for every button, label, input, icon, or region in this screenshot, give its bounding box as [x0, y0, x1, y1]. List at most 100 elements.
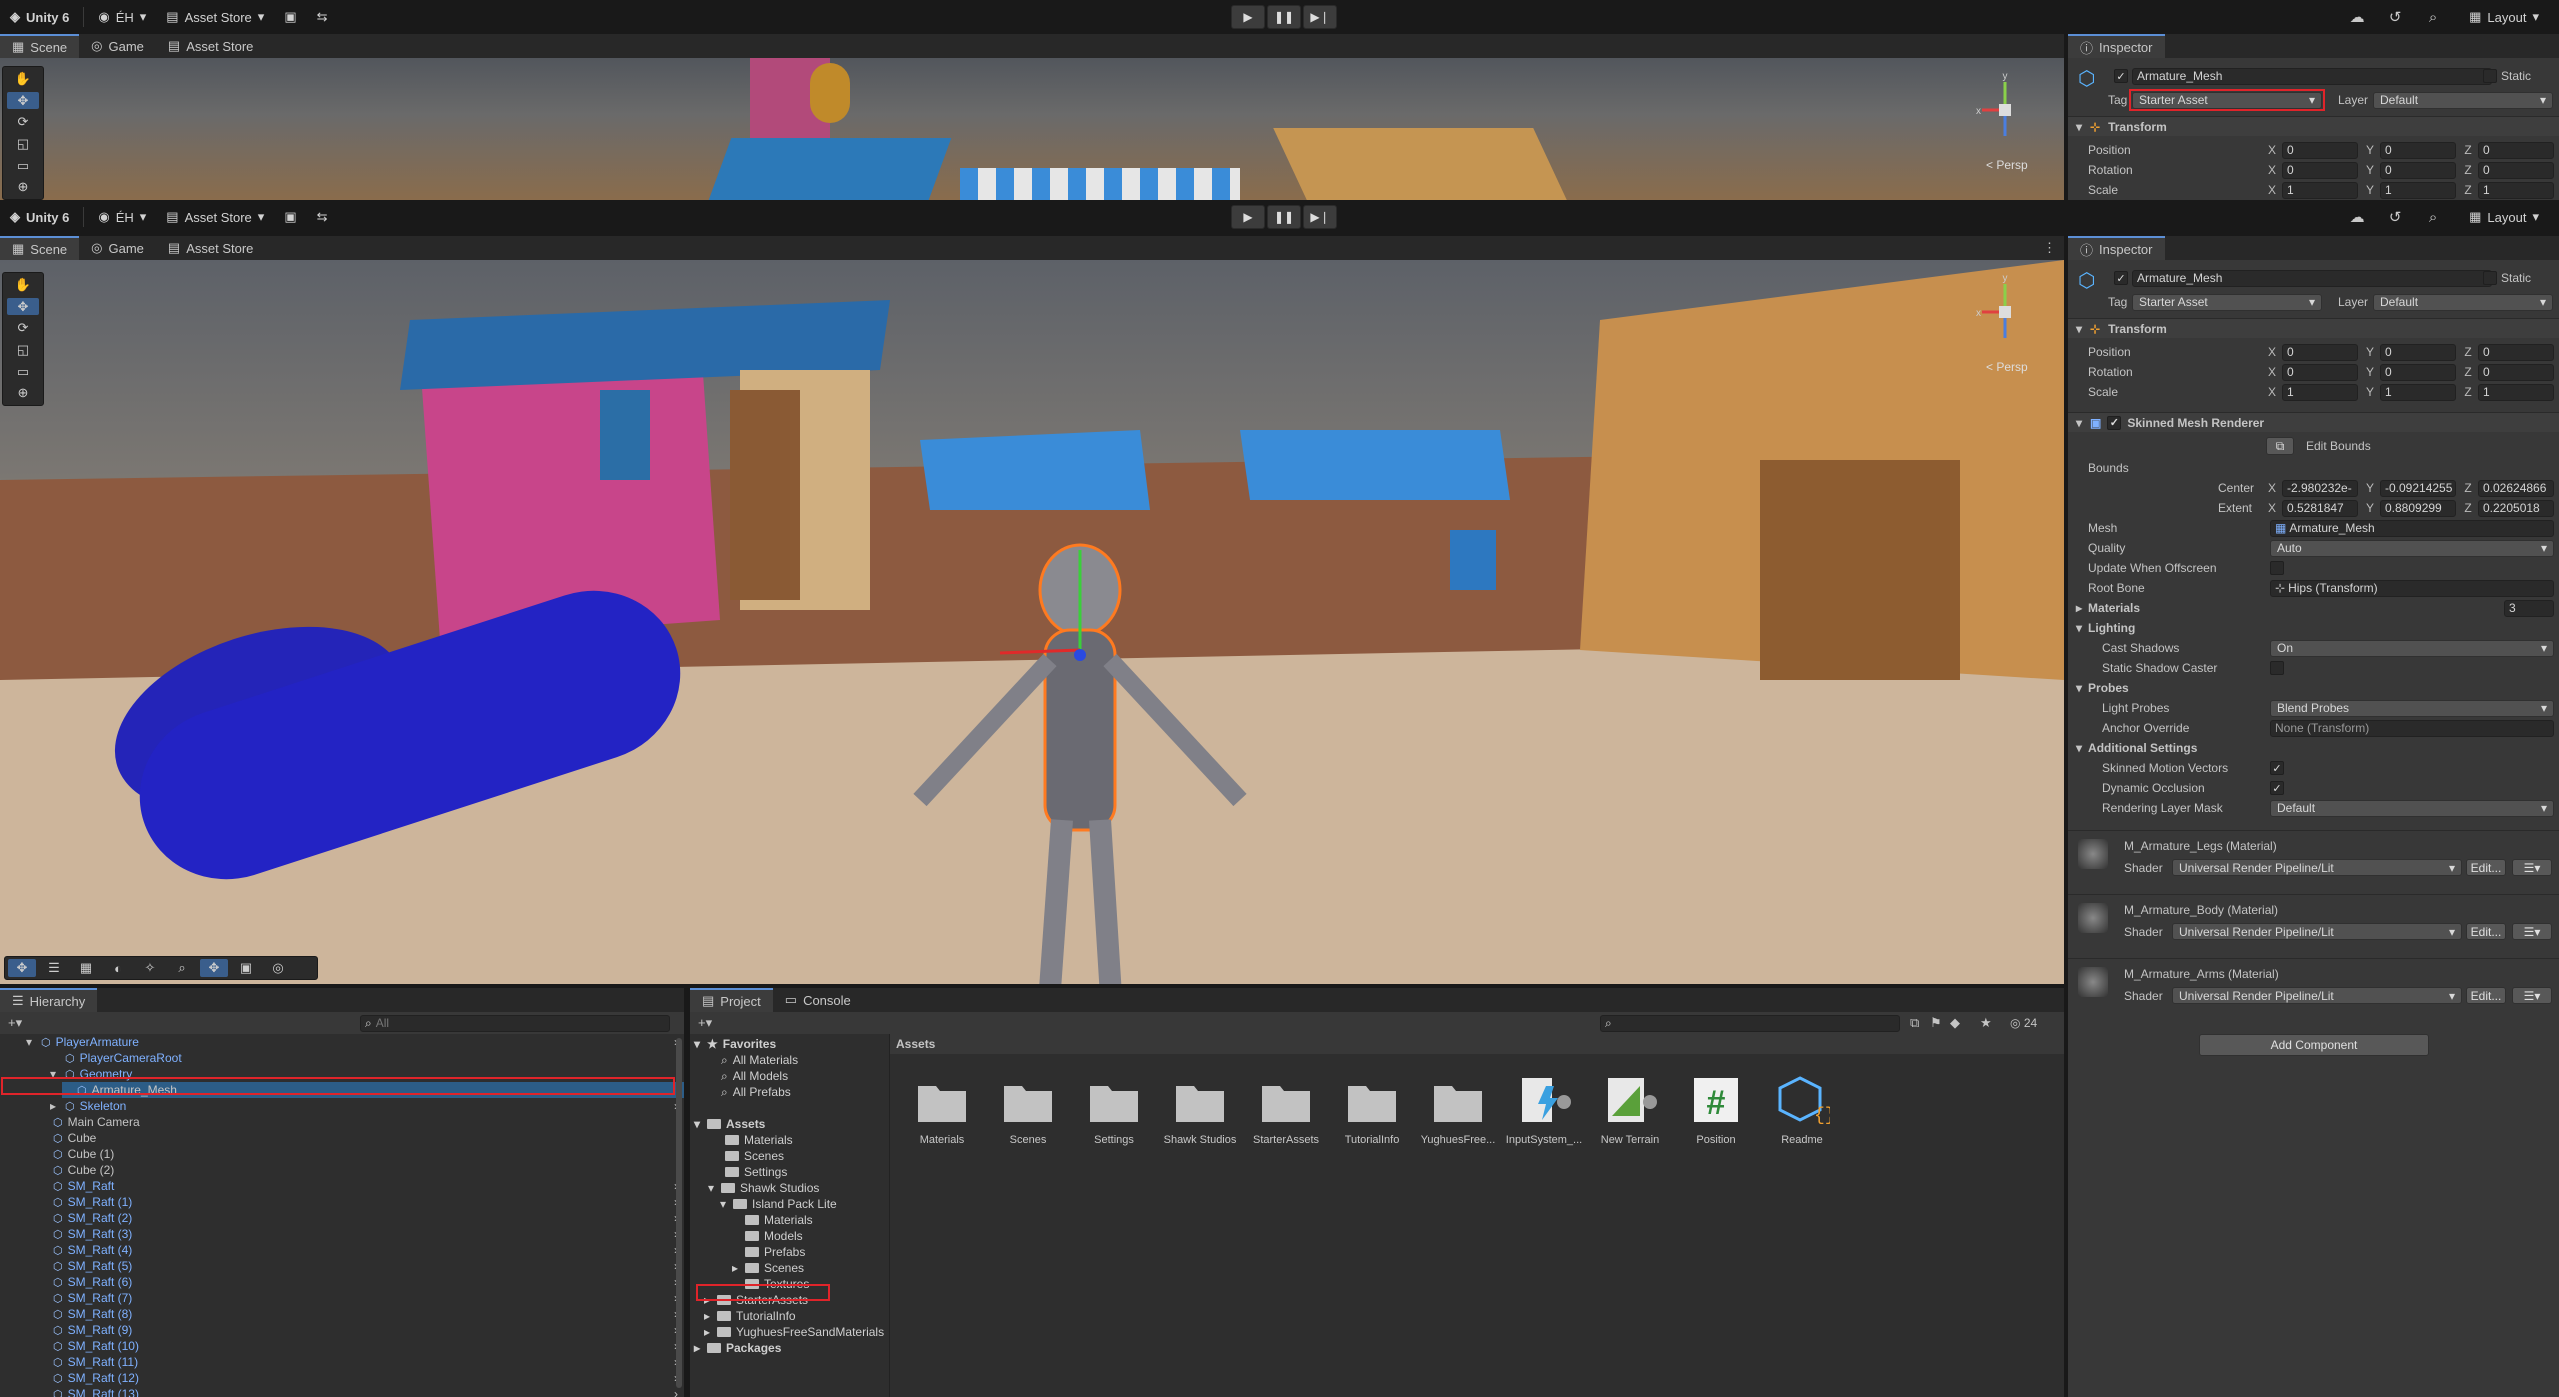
shader-dropdown[interactable]: Universal Render Pipeline/Lit ▾	[2172, 859, 2462, 876]
rendering-layer-dropdown[interactable]: Default ▾	[2270, 799, 2554, 817]
project-breadcrumb[interactable]: Assets	[890, 1034, 2064, 1054]
material-menu-icon[interactable]: ☰▾	[2512, 923, 2552, 940]
project-tree-item[interactable]: Materials	[712, 1132, 793, 1148]
tab-hierarchy[interactable]: ☰ Hierarchy	[0, 988, 98, 1012]
move-overlay-icon[interactable]: ✥	[8, 959, 36, 977]
hierarchy-item[interactable]: ⬡ Cube	[38, 1130, 678, 1146]
edit-bounds-button[interactable]: ⧉	[2266, 437, 2294, 455]
account-dropdown[interactable]: ◉ ÉH ▾	[88, 205, 156, 229]
tab-asset-store[interactable]: ▤ Asset Store	[156, 34, 266, 58]
hand-tool-icon[interactable]: ✋	[7, 276, 39, 294]
position-x[interactable]: 0	[2282, 141, 2358, 159]
project-tree-item[interactable]: ▾ Island Pack Lite	[720, 1196, 837, 1212]
add-component-button[interactable]: Add Component	[2199, 1034, 2429, 1056]
asset-store-dropdown[interactable]: ▤ Asset Store ▾	[156, 5, 274, 29]
foldout-icon[interactable]: ▾	[26, 1035, 36, 1049]
anchor-field[interactable]: None (Transform)	[2270, 719, 2554, 737]
asset-item[interactable]: YughuesFree...	[1418, 1072, 1498, 1146]
tab-asset-store[interactable]: ▤ Asset Store	[156, 236, 266, 260]
light-probes-dropdown[interactable]: Blend Probes ▾	[2270, 699, 2554, 717]
active-checkbox[interactable]: ✓	[2114, 69, 2128, 83]
hierarchy-search[interactable]: ⌕ All	[360, 1014, 670, 1032]
project-tree-item[interactable]: ⌕ All Models	[708, 1068, 788, 1084]
foldout-icon[interactable]: ▸	[732, 1261, 740, 1275]
hierarchy-item[interactable]: ⬡SM_Raft (10)›	[38, 1338, 678, 1354]
rotation-x[interactable]: 0	[2282, 161, 2358, 179]
update-offscreen-checkbox[interactable]	[2270, 561, 2284, 575]
collab-button[interactable]: ⇆	[307, 205, 338, 229]
add-icon[interactable]: +▾	[8, 1015, 22, 1031]
shader-dropdown[interactable]: Universal Render Pipeline/Lit ▾	[2172, 987, 2462, 1004]
search-icon[interactable]: ⌕	[2421, 5, 2445, 29]
tab-scene[interactable]: ▦ Scene	[0, 236, 80, 260]
shader-dropdown[interactable]: Universal Render Pipeline/Lit ▾	[2172, 923, 2462, 940]
search-icon[interactable]: ⌕	[2421, 205, 2445, 229]
hierarchy-item[interactable]: ▸⬡Skeleton›	[50, 1098, 684, 1114]
history-icon[interactable]: ↺	[2383, 5, 2407, 29]
position-z[interactable]: 0	[2478, 141, 2554, 159]
hierarchy-item[interactable]: ⬡SM_Raft (7)›	[38, 1290, 678, 1306]
persp-label[interactable]: < Persp	[1986, 360, 2028, 374]
rect-tool-icon[interactable]: ▭	[7, 157, 39, 175]
foldout-icon[interactable]: ▾	[694, 1037, 702, 1051]
hierarchy-item[interactable]: ⬡SM_Raft (12)›	[38, 1370, 678, 1386]
tab-game[interactable]: ◎ Game	[79, 236, 156, 260]
center-y[interactable]: -0.09214255	[2380, 479, 2456, 497]
position-y[interactable]: 0	[2380, 141, 2456, 159]
rotation-y[interactable]: 0	[2380, 363, 2456, 381]
extent-x[interactable]: 0.5281847	[2282, 499, 2358, 517]
materials-count[interactable]: 3	[2504, 599, 2554, 617]
scale-x[interactable]: 1	[2282, 181, 2358, 199]
project-tree-item[interactable]: ⌕ All Materials	[708, 1052, 798, 1068]
static-checkbox[interactable]	[2483, 271, 2497, 285]
project-tree-item[interactable]: Materials	[732, 1212, 813, 1228]
asset-item[interactable]: StarterAssets	[1246, 1072, 1326, 1146]
scene-view[interactable]: ✋ ✥ ⟳ ◱ ▭ ⊕ y x < Persp ✥ ☰ ▦ ◐ ✧ ⌕ ✥ ▣ …	[0, 260, 2064, 984]
hierarchy-item[interactable]: ⬡SM_Raft (9)›	[38, 1322, 678, 1338]
type-filter-icon[interactable]: ⚑	[1930, 1015, 1942, 1031]
edit-shader-button[interactable]: Edit...	[2466, 923, 2506, 940]
object-name-field[interactable]: Armature_Mesh	[2132, 67, 2492, 85]
material-menu-icon[interactable]: ☰▾	[2512, 987, 2552, 1004]
chevron-right-icon[interactable]: ›	[674, 1387, 678, 1397]
layout-dropdown[interactable]: ▦ Layout ▾	[2459, 5, 2549, 29]
hierarchy-item[interactable]: ⬡ PlayerCameraRoot	[50, 1050, 684, 1066]
transform-tool-icon[interactable]: ⊕	[7, 384, 39, 402]
pivot-icon[interactable]: ☰	[40, 959, 68, 977]
pause-button[interactable]: ❚❚	[1267, 205, 1301, 229]
move-tool-icon[interactable]: ✥	[7, 297, 39, 316]
tab-game[interactable]: ◎ Game	[79, 34, 156, 58]
active-checkbox[interactable]: ✓	[2114, 271, 2128, 285]
transform-header[interactable]: ▾ ⊹ Transform	[2068, 116, 2559, 136]
rotation-x[interactable]: 0	[2282, 363, 2358, 381]
hierarchy-item[interactable]: ⬡ SM_Raft (13) ›	[38, 1386, 678, 1397]
hierarchy-scrollbar[interactable]	[676, 1038, 682, 1388]
version-control-button[interactable]: ▣	[274, 5, 306, 29]
dynamic-occlusion-checkbox[interactable]: ✓	[2270, 781, 2284, 795]
scale-z[interactable]: 1	[2478, 383, 2554, 401]
center-x[interactable]: -2.980232e-	[2282, 479, 2358, 497]
layout-dropdown[interactable]: ▦ Layout ▾	[2459, 205, 2549, 229]
play-button[interactable]: ▶	[1231, 205, 1265, 229]
rotation-z[interactable]: 0	[2478, 161, 2554, 179]
extent-y[interactable]: 0.8809299	[2380, 499, 2456, 517]
account-dropdown[interactable]: ◉ ÉH ▾	[88, 5, 156, 29]
material-menu-icon[interactable]: ☰▾	[2512, 859, 2552, 876]
grid-snap-icon[interactable]: ▦	[72, 959, 100, 977]
transform-tool-icon[interactable]: ⊕	[7, 178, 39, 196]
asset-item[interactable]: InputSystem_...	[1504, 1072, 1584, 1146]
asset-item[interactable]: Settings	[1074, 1072, 1154, 1146]
tab-inspector[interactable]: ⓘ Inspector	[2068, 34, 2165, 58]
asset-item[interactable]: New Terrain	[1590, 1072, 1670, 1146]
probes-foldout[interactable]: ▾ Probes	[2068, 678, 2559, 698]
layer-dropdown[interactable]: Default ▾	[2373, 293, 2553, 311]
star-icon[interactable]: ★	[1980, 1015, 1992, 1031]
history-icon[interactable]: ↺	[2383, 205, 2407, 229]
project-tree-item[interactable]: Models	[732, 1228, 803, 1244]
quality-dropdown[interactable]: Auto ▾	[2270, 539, 2554, 557]
camera-icon[interactable]: ▣	[232, 959, 260, 977]
asset-item[interactable]: Scenes	[988, 1072, 1068, 1146]
hierarchy-item[interactable]: ⬡SM_Raft (1)›	[38, 1194, 678, 1210]
hierarchy-item[interactable]: ⬡ Main Camera	[38, 1114, 678, 1130]
scale-x[interactable]: 1	[2282, 383, 2358, 401]
